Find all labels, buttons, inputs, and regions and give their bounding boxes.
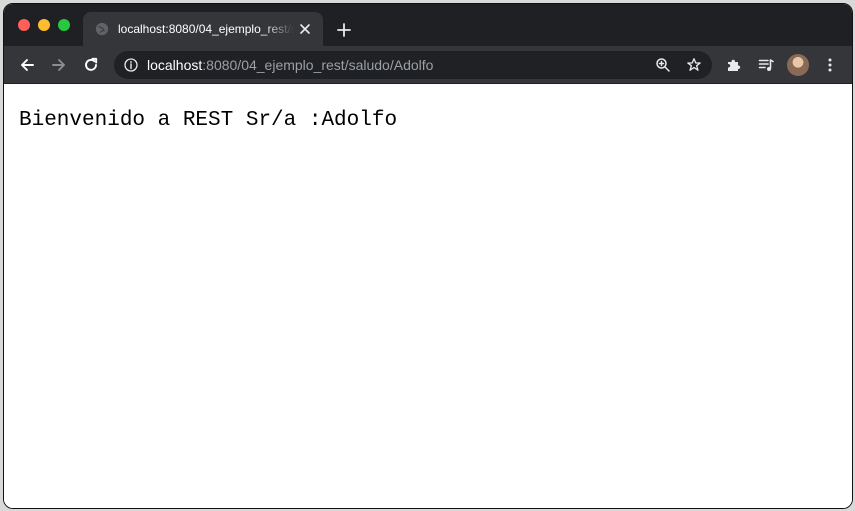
playlist-icon[interactable]: [758, 57, 774, 73]
star-icon[interactable]: [686, 57, 702, 73]
tab-active[interactable]: localhost:8080/04_ejemplo_rest/saludo/Ad…: [83, 12, 323, 46]
new-tab-icon[interactable]: [336, 22, 352, 38]
address-bar[interactable]: localhost:8080/04_ejemplo_rest/saludo/Ad…: [114, 51, 712, 79]
info-icon[interactable]: [124, 58, 138, 72]
arrow-right-icon[interactable]: [51, 57, 67, 73]
browser-window: localhost:8080/04_ejemplo_rest/saludo/Ad…: [3, 3, 853, 509]
kebab-menu-icon[interactable]: [822, 57, 838, 73]
url-path: :8080/04_ejemplo_rest/saludo/Adolfo: [202, 57, 434, 73]
maximize-window-button[interactable]: [58, 19, 70, 31]
minimize-window-button[interactable]: [38, 19, 50, 31]
arrow-left-icon[interactable]: [19, 57, 35, 73]
close-tab-icon[interactable]: [299, 23, 311, 35]
toolbar: localhost:8080/04_ejemplo_rest/saludo/Ad…: [4, 46, 852, 84]
welcome-message: Bienvenido a REST Sr/a :Adolfo: [19, 109, 398, 132]
address-url[interactable]: localhost:8080/04_ejemplo_rest/saludo/Ad…: [147, 57, 433, 73]
puzzle-icon[interactable]: [726, 57, 742, 73]
zoom-icon[interactable]: [655, 57, 671, 73]
close-window-button[interactable]: [18, 19, 30, 31]
profile-avatar[interactable]: [787, 54, 809, 76]
page-content: Bienvenido a REST Sr/a :Adolfo: [4, 84, 852, 508]
globe-icon: [95, 22, 109, 36]
reload-icon[interactable]: [83, 57, 99, 73]
tab-title: localhost:8080/04_ejemplo_rest/saludo/Ad…: [118, 22, 294, 36]
url-host: localhost: [147, 57, 203, 73]
tab-strip: localhost:8080/04_ejemplo_rest/saludo/Ad…: [4, 4, 852, 46]
